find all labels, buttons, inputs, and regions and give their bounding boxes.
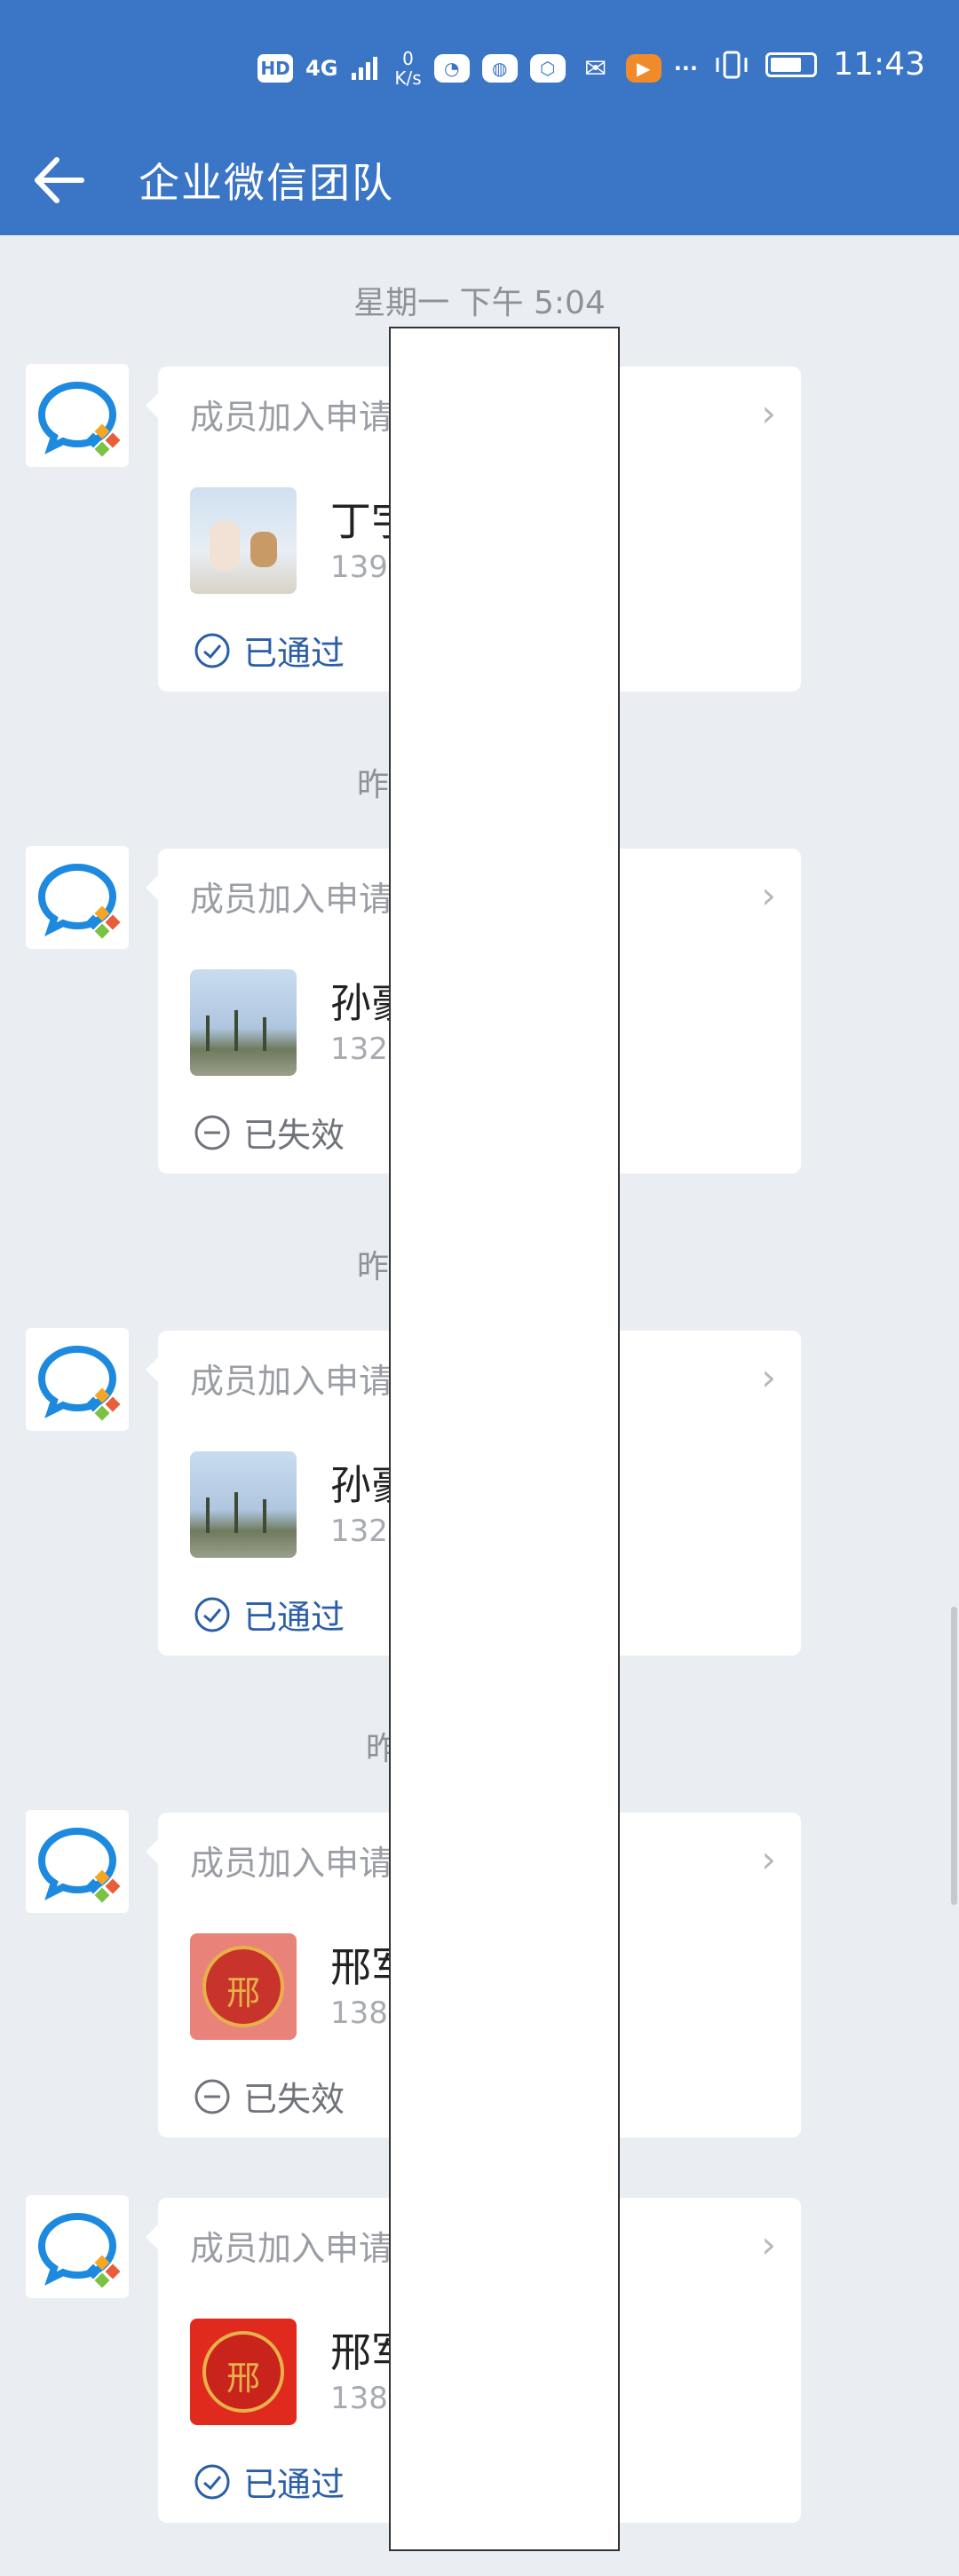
user-phone: 132	[330, 1031, 388, 1067]
wecom-bot-avatar[interactable]	[26, 364, 129, 467]
wecom-bot-avatar[interactable]	[26, 1328, 129, 1431]
navigation-bar: 企业微信团队	[0, 133, 959, 235]
minus-circle-icon	[194, 2079, 230, 2114]
red-seal-photo: 邢	[190, 1933, 297, 2040]
user-phone: 138	[330, 1995, 388, 2031]
card-title: 成员加入申请	[190, 2229, 393, 2268]
check-circle-icon	[194, 633, 230, 668]
status-label: 已通过	[243, 1598, 345, 1637]
battery-icon	[765, 51, 818, 77]
vibrate-icon	[716, 51, 748, 78]
shield-notification-icon: ⬡	[529, 54, 566, 83]
user-phone: 132	[330, 1513, 388, 1549]
user-phone: 138	[330, 2381, 388, 2416]
status-expired: 已失效	[194, 1108, 345, 1157]
redaction-overlay	[389, 327, 620, 2551]
palm-trees-photo	[190, 969, 297, 1076]
card-title: 成员加入申请	[190, 880, 393, 919]
status-approved: 已通过	[194, 2457, 345, 2506]
user-phone: 139	[330, 549, 388, 585]
palm-trees-photo	[190, 1451, 297, 1558]
status-label: 已通过	[243, 2465, 345, 2504]
clock: 11:43	[833, 46, 925, 83]
page-title: 企业微信团队	[139, 159, 394, 207]
message-timestamp: 星期一 下午 5:04	[353, 285, 606, 321]
video-app-icon: ▶	[625, 54, 662, 83]
network-speed-unit: K/s	[394, 67, 422, 89]
chevron-right-icon: ›	[761, 2223, 776, 2266]
network-speed: 0 K/s	[394, 49, 421, 88]
scrollbar[interactable]	[951, 1607, 957, 1905]
hd-badge: HD	[258, 54, 293, 83]
wecom-logo-icon	[37, 2212, 121, 2288]
browser-notification-icon: ◍	[481, 54, 518, 83]
card-title: 成员加入申请	[190, 1844, 393, 1883]
wecom-logo-icon	[37, 1345, 121, 1421]
status-bar: HD 4G 0 K/s ◔ ◍ ⬡ ✉ ▶ ··· 11:43	[0, 0, 959, 142]
status-approved: 已通过	[194, 1590, 345, 1639]
status-label: 已失效	[243, 1116, 345, 1155]
wecom-bot-avatar[interactable]	[26, 846, 129, 949]
status-label: 已通过	[243, 634, 345, 673]
wecom-logo-icon	[37, 1827, 121, 1903]
wecom-logo-icon	[37, 863, 121, 939]
card-title: 成员加入申请	[190, 398, 393, 437]
minus-circle-icon	[194, 1115, 230, 1150]
check-circle-icon	[194, 1597, 230, 1632]
back-arrow-icon[interactable]	[28, 149, 91, 211]
card-title: 成员加入申请	[190, 1362, 393, 1401]
red-seal-photo: 邢	[190, 2319, 297, 2425]
wecom-logo-icon	[37, 381, 121, 457]
chevron-right-icon: ›	[761, 873, 776, 917]
more-notifications-icon: ···	[673, 56, 699, 81]
app-notification-icon: ◔	[433, 54, 470, 83]
chevron-right-icon: ›	[761, 391, 776, 435]
signal-icon	[352, 57, 378, 80]
chevron-right-icon: ›	[761, 1837, 776, 1881]
check-circle-icon	[194, 2464, 230, 2499]
status-expired: 已失效	[194, 2072, 345, 2121]
wecom-bot-avatar[interactable]	[26, 1810, 129, 1913]
chevron-right-icon: ›	[761, 1355, 776, 1399]
network-speed-value: 0	[402, 48, 414, 69]
signal-label: 4G	[305, 56, 338, 81]
mail-icon: ✉	[584, 52, 607, 84]
baby-teddy-photo	[190, 487, 297, 594]
status-approved: 已通过	[194, 626, 345, 675]
status-label: 已失效	[243, 2080, 345, 2119]
wecom-bot-avatar[interactable]	[26, 2195, 129, 2298]
